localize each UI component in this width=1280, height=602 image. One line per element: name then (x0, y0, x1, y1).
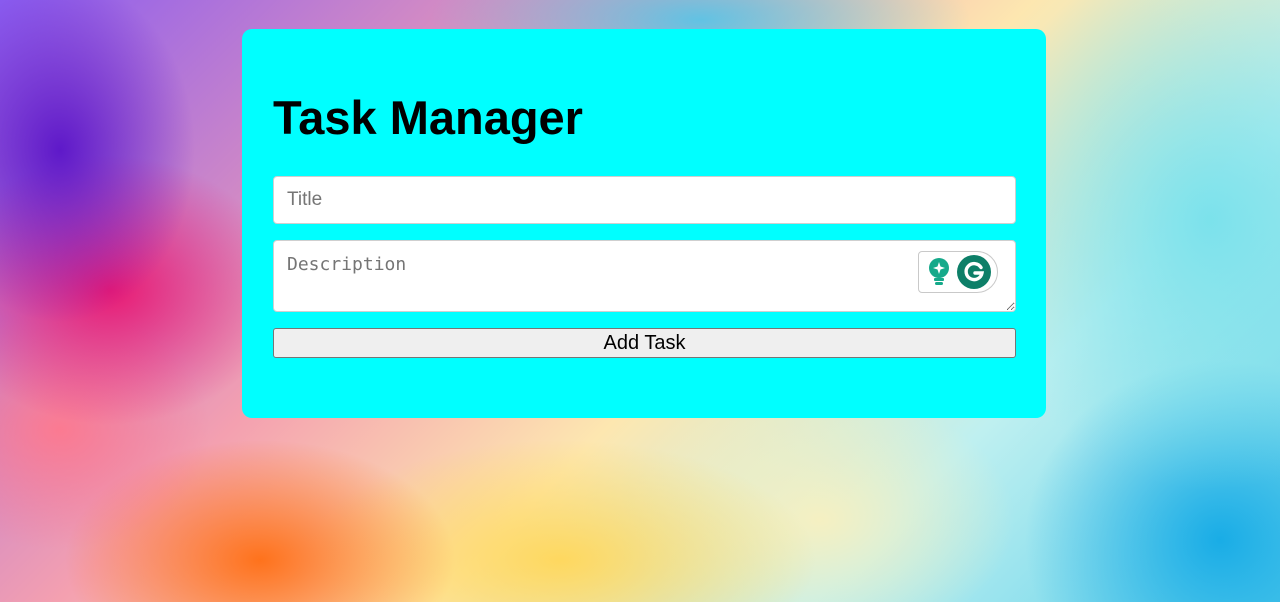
lightbulb-icon[interactable] (926, 257, 952, 287)
grammarly-logo-icon[interactable] (956, 255, 991, 289)
grammarly-widget[interactable] (918, 251, 998, 293)
title-input[interactable] (273, 176, 1016, 224)
task-manager-card: Task Manager Add Task (242, 29, 1046, 418)
description-field-wrapper (273, 240, 1016, 312)
description-textarea[interactable] (273, 240, 1016, 312)
page-title: Task Manager (273, 91, 583, 144)
add-task-button[interactable]: Add Task (273, 328, 1016, 358)
